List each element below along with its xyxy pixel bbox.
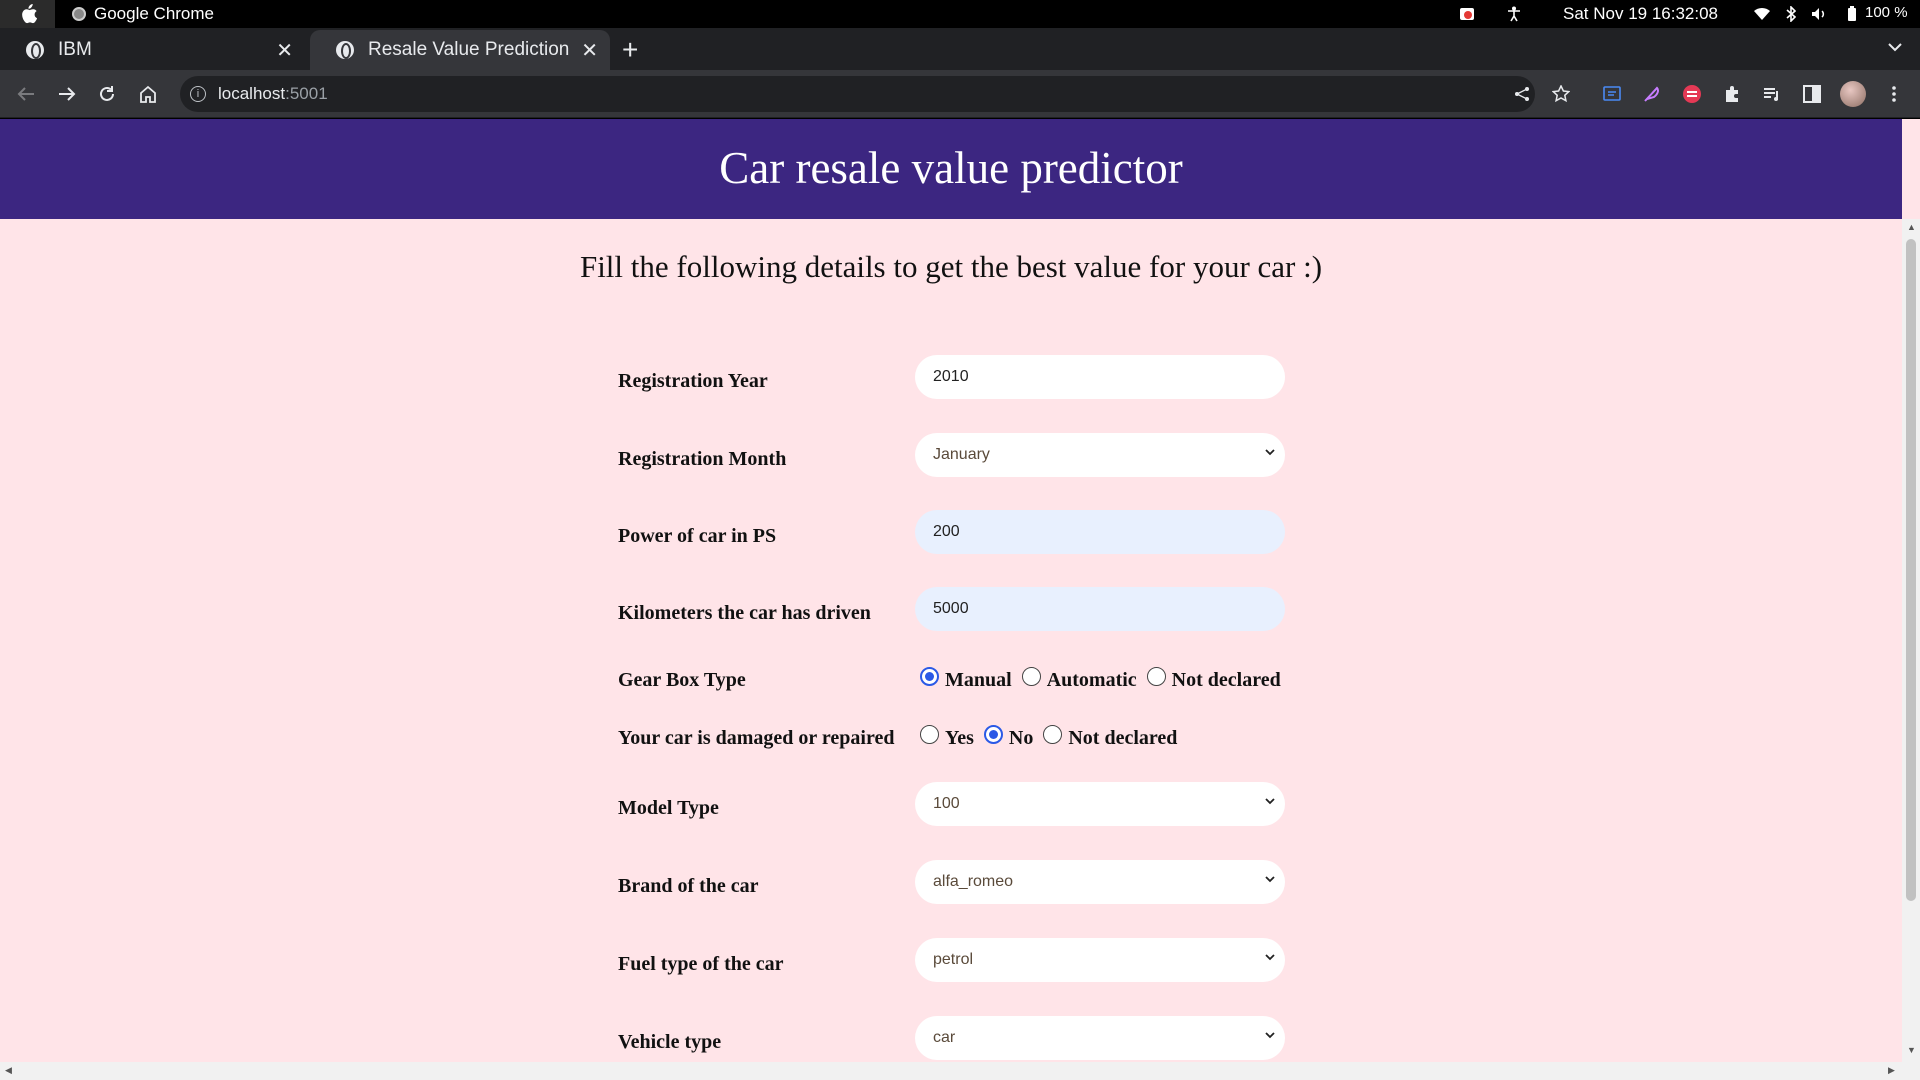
gearbox-option-not-declared[interactable]: Not declared: [1146, 667, 1281, 692]
active-app-name[interactable]: Google Chrome: [72, 4, 214, 24]
forward-icon[interactable]: [53, 80, 81, 108]
wifi-icon[interactable]: [1753, 5, 1771, 23]
back-icon[interactable]: [12, 80, 40, 108]
gearbox-option-manual[interactable]: Manual: [920, 667, 1012, 692]
brand-label: Brand of the car: [618, 875, 759, 897]
profile-avatar[interactable]: [1840, 81, 1866, 107]
registration-month-label: Registration Month: [618, 448, 787, 470]
gearbox-option-automatic[interactable]: Automatic: [1021, 667, 1137, 692]
registration-year-input[interactable]: 2010: [915, 355, 1285, 399]
fuel-type-label: Fuel type of the car: [618, 953, 784, 975]
chevron-down-icon: [1265, 798, 1275, 805]
model-type-label: Model Type: [618, 797, 719, 819]
kilometers-input[interactable]: 5000: [915, 587, 1285, 631]
close-tab-icon[interactable]: ✕: [276, 38, 293, 63]
damaged-radio-group: Yes No Not declared: [920, 725, 1187, 750]
media-queue-icon[interactable]: [1760, 82, 1784, 106]
new-tab-icon[interactable]: +: [622, 34, 638, 66]
damaged-option-yes[interactable]: Yes: [920, 725, 974, 750]
tab-search-chevron-icon[interactable]: [1888, 36, 1902, 57]
extension-translate-icon[interactable]: [1600, 82, 1624, 106]
page-subtitle: Fill the following details to get the be…: [579, 249, 1323, 284]
vehicle-type-label: Vehicle type: [618, 1031, 722, 1053]
radio-no[interactable]: [983, 725, 1003, 744]
battery-percent: 100 %: [1865, 4, 1908, 21]
damaged-option-no[interactable]: No: [983, 725, 1033, 750]
more-menu-icon[interactable]: [1882, 82, 1906, 106]
radio-manual[interactable]: [920, 667, 939, 686]
screen-record-icon[interactable]: [1458, 5, 1476, 23]
chevron-down-icon: [1265, 954, 1275, 961]
chevron-down-icon: [1265, 1032, 1275, 1039]
scroll-down-arrow-icon[interactable]: ▼: [1907, 1045, 1916, 1055]
site-info-icon[interactable]: i: [190, 86, 206, 102]
address-bar[interactable]: i localhost:5001: [180, 76, 1535, 112]
registration-month-select[interactable]: January: [915, 433, 1285, 477]
damaged-label: Your car is damaged or repaired: [618, 727, 895, 749]
bluetooth-icon[interactable]: [1782, 5, 1800, 23]
registration-year-label: Registration Year: [618, 370, 768, 392]
kilometers-label: Kilometers the car has driven: [618, 602, 871, 624]
page-viewport: Car resale value predictor Fill the foll…: [0, 119, 1920, 1080]
fuel-type-select[interactable]: petrol: [915, 938, 1285, 982]
clock[interactable]: Sat Nov 19 16:32:08: [1563, 4, 1718, 24]
side-panel-icon[interactable]: [1800, 82, 1824, 106]
globe-icon: [26, 41, 44, 59]
vehicle-type-select[interactable]: car: [915, 1016, 1285, 1060]
close-tab-icon[interactable]: ✕: [581, 38, 598, 63]
reload-icon[interactable]: [93, 80, 121, 108]
damaged-option-not-declared[interactable]: Not declared: [1043, 725, 1177, 750]
brand-select[interactable]: alfa_romeo: [915, 860, 1285, 904]
battery-icon[interactable]: [1843, 5, 1861, 23]
apple-menu-icon[interactable]: [0, 0, 55, 28]
radio-automatic[interactable]: [1021, 667, 1041, 686]
gearbox-label: Gear Box Type: [618, 669, 746, 691]
model-type-select[interactable]: 100: [915, 782, 1285, 826]
radio-damaged-not-declared[interactable]: [1043, 725, 1063, 744]
chrome-icon: [72, 7, 86, 21]
page-header: Car resale value predictor: [0, 119, 1902, 219]
gearbox-radio-group: Manual Automatic Not declared: [920, 667, 1291, 692]
chevron-down-icon: [1265, 876, 1275, 883]
chevron-down-icon: [1265, 449, 1275, 456]
scroll-up-arrow-icon[interactable]: ▲: [1907, 222, 1916, 232]
tab-ibm[interactable]: IBM ✕: [0, 30, 305, 70]
home-icon[interactable]: [134, 80, 162, 108]
tab-resale-value-prediction[interactable]: Resale Value Prediction ✕: [310, 30, 610, 70]
vertical-scrollbar[interactable]: ▲ ▼: [1902, 219, 1920, 1080]
horizontal-scrollbar[interactable]: ◀ ▶: [0, 1062, 1902, 1080]
scroll-right-arrow-icon[interactable]: ▶: [1888, 1065, 1895, 1076]
tab-strip: IBM ✕ Resale Value Prediction ✕ +: [0, 28, 1920, 70]
scroll-left-arrow-icon[interactable]: ◀: [5, 1065, 12, 1076]
extensions-puzzle-icon[interactable]: [1720, 82, 1744, 106]
globe-icon: [336, 41, 354, 59]
power-input[interactable]: 200: [915, 510, 1285, 554]
vertical-scrollbar-thumb[interactable]: [1906, 239, 1916, 901]
os-top-bar: Google Chrome Sat Nov 19 16:32:08 100 %: [0, 0, 1920, 28]
share-icon[interactable]: [1510, 82, 1534, 106]
accessibility-icon[interactable]: [1505, 5, 1523, 23]
extension-red-icon[interactable]: [1680, 82, 1704, 106]
browser-toolbar: i localhost:5001: [0, 70, 1920, 118]
extension-feather-icon[interactable]: [1640, 82, 1664, 106]
volume-icon[interactable]: [1810, 5, 1828, 23]
power-label: Power of car in PS: [618, 525, 777, 547]
radio-yes[interactable]: [920, 725, 939, 744]
bookmark-star-icon[interactable]: [1549, 82, 1573, 106]
radio-gearbox-not-declared[interactable]: [1146, 667, 1166, 686]
